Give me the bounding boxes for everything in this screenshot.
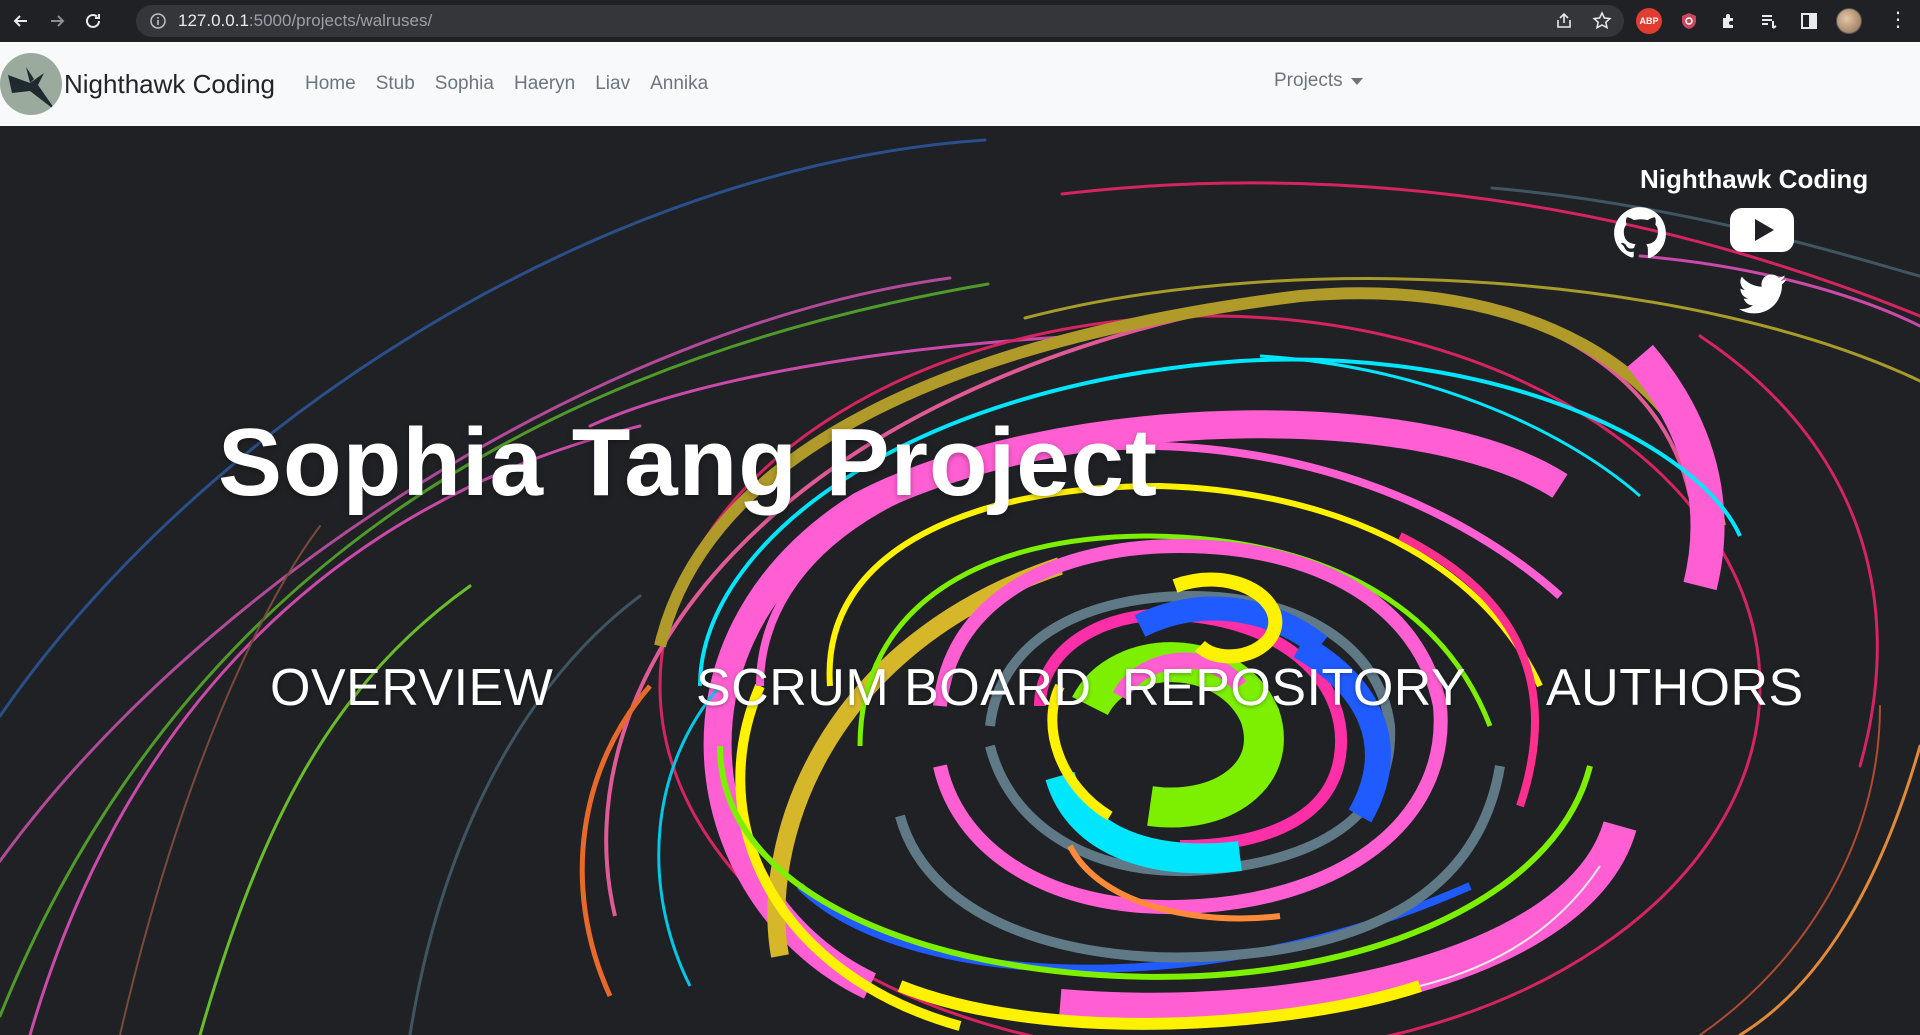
reload-icon[interactable] (78, 6, 108, 36)
url-host: 127.0.0.1 (178, 11, 249, 30)
chevron-down-icon (1350, 77, 1363, 85)
github-icon[interactable] (1613, 206, 1667, 260)
browser-menu-icon[interactable]: ⋮ (1888, 10, 1908, 30)
authors-link[interactable]: AUTHORS (1546, 658, 1804, 718)
profile-avatar[interactable] (1836, 8, 1862, 34)
forward-icon[interactable] (42, 6, 72, 36)
overview-link[interactable]: OVERVIEW (270, 658, 553, 718)
nav-link-haeryn[interactable]: Haeryn (504, 73, 585, 95)
share-icon[interactable] (1554, 11, 1574, 31)
youtube-icon[interactable] (1730, 206, 1794, 254)
nav-link-stub[interactable]: Stub (366, 73, 425, 95)
twitter-icon[interactable] (1736, 270, 1790, 318)
info-icon[interactable] (150, 13, 166, 29)
brand[interactable]: Nighthawk Coding (0, 53, 275, 115)
brand-name: Nighthawk Coding (64, 68, 276, 99)
media-queue-icon[interactable] (1756, 8, 1782, 34)
nav-link-annika[interactable]: Annika (640, 73, 718, 95)
projects-dropdown-label: Projects (1274, 70, 1343, 91)
nav-link-home[interactable]: Home (295, 73, 366, 95)
repository-link[interactable]: REPOSITORY (1122, 658, 1466, 718)
address-bar[interactable]: 127.0.0.1:5000/projects/walruses/ (136, 5, 1624, 37)
social-title: Nighthawk Coding (1640, 164, 1869, 194)
bookmark-star-icon[interactable] (1592, 11, 1612, 31)
hero-section: Nighthawk Coding Sophia Tang Project OVE… (0, 126, 1920, 1035)
browser-toolbar: 127.0.0.1:5000/projects/walruses/ ABP ⋮ (0, 0, 1920, 42)
side-panel-icon[interactable] (1796, 8, 1822, 34)
nav-links: Home Stub Sophia Haeryn Liav Annika (295, 73, 718, 95)
site-navbar: Nighthawk Coding Home Stub Sophia Haeryn… (0, 42, 1920, 126)
adblock-icon[interactable]: ABP (1636, 8, 1662, 34)
spiral-background (0, 138, 1920, 1035)
nighthawk-logo-icon (0, 53, 62, 115)
back-icon[interactable] (6, 6, 36, 36)
nav-link-sophia[interactable]: Sophia (425, 73, 504, 95)
scrum-board-link[interactable]: SCRUM BOARD (696, 658, 1092, 718)
nav-link-liav[interactable]: Liav (585, 73, 640, 95)
page-title: Sophia Tang Project (218, 409, 1158, 516)
projects-dropdown[interactable]: Projects (1274, 70, 1363, 92)
shield-extension-icon[interactable] (1676, 8, 1702, 34)
extensions-puzzle-icon[interactable] (1716, 8, 1742, 34)
url-path: :5000/projects/walruses/ (248, 11, 433, 30)
